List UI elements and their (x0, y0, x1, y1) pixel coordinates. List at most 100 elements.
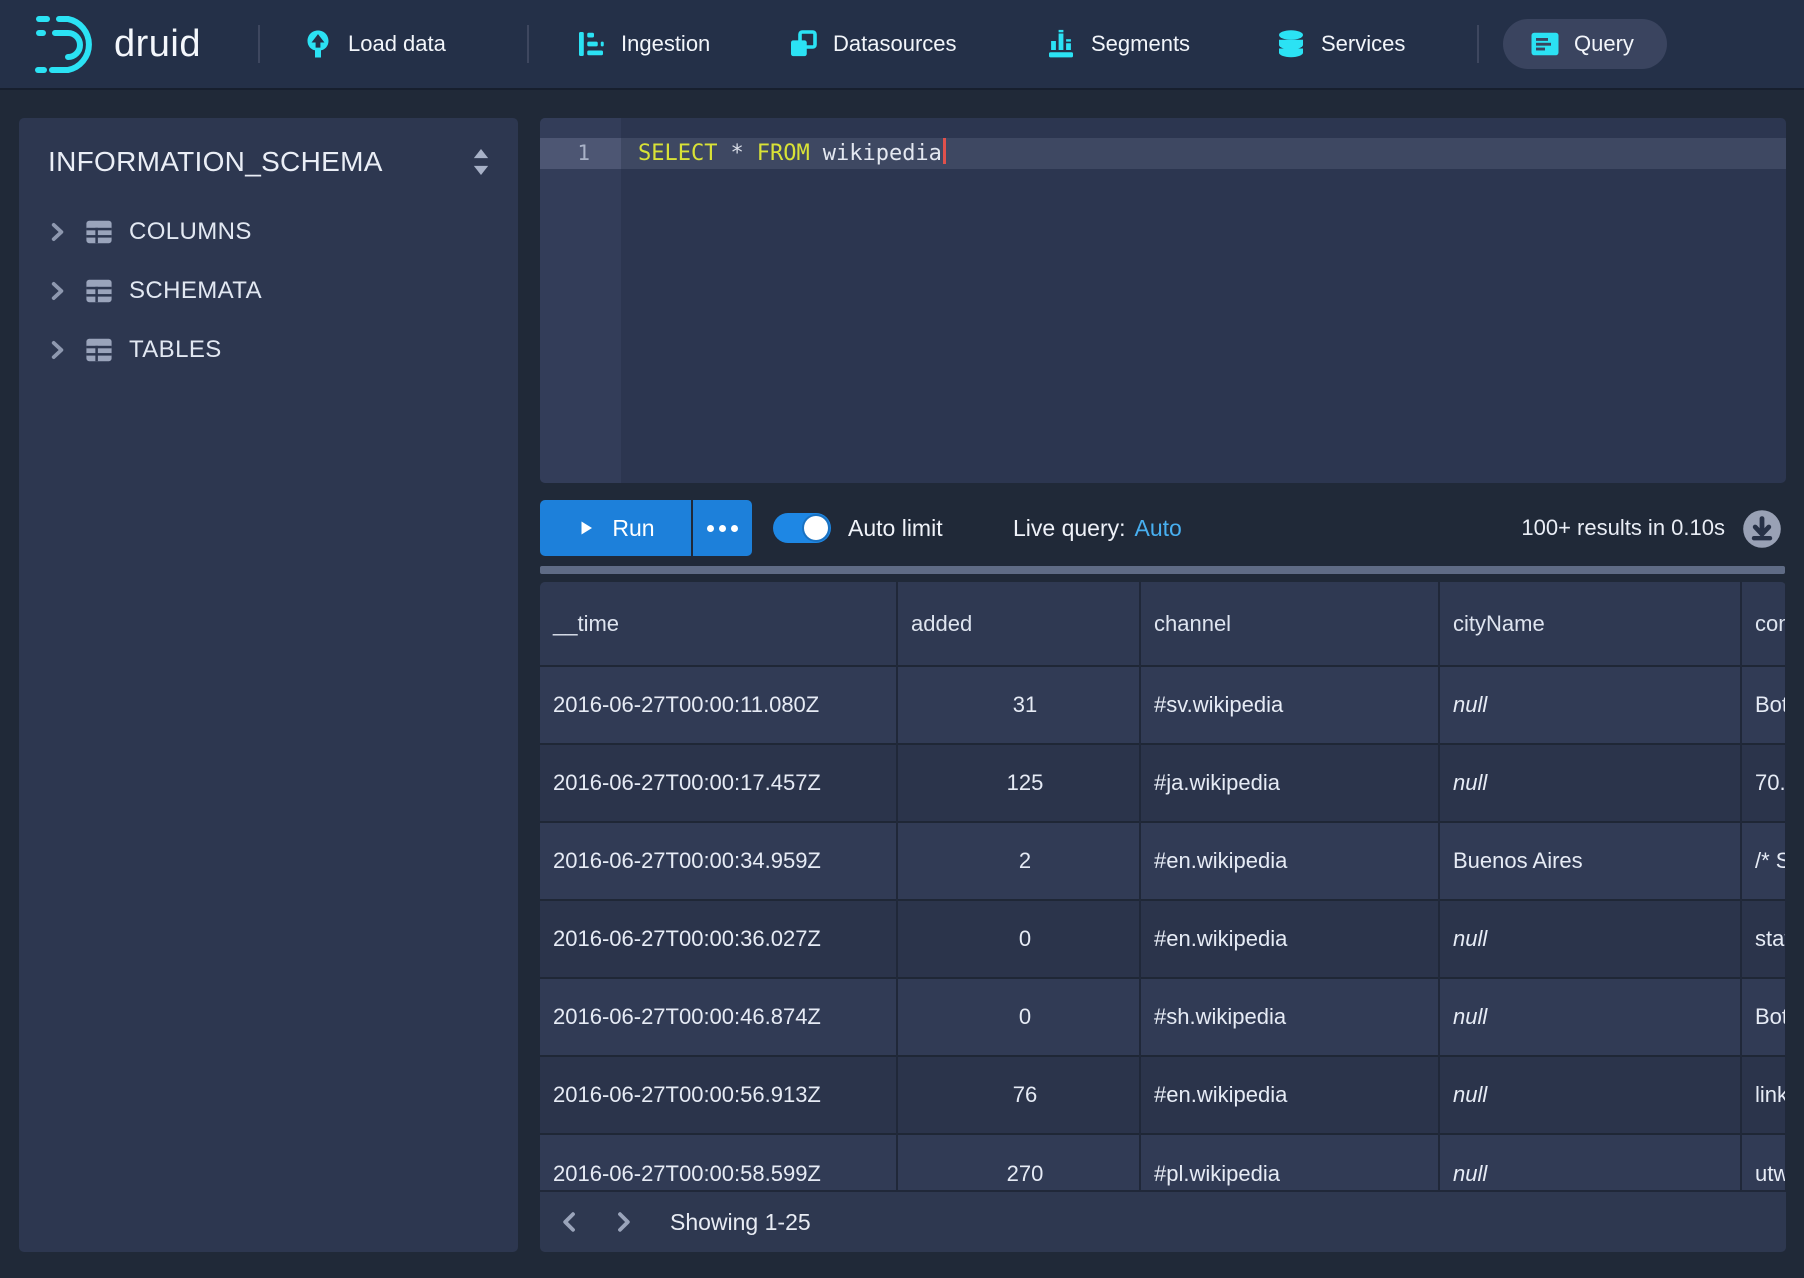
results-table: __time added channel cityName comment 20… (540, 582, 1786, 1212)
nav-item-datasources[interactable]: Datasources (788, 0, 957, 88)
table-row: 2016-06-27T00:00:34.959Z2#en.wikipediaBu… (540, 822, 1786, 900)
table-cell: null (1439, 978, 1741, 1056)
nav-item-label: Datasources (833, 31, 957, 57)
datasources-icon (788, 29, 818, 59)
tree-item-label: SCHEMATA (129, 277, 262, 305)
table-icon (85, 218, 113, 246)
ingestion-icon (576, 29, 606, 59)
toggle-knob (804, 516, 828, 540)
run-more-button[interactable] (693, 500, 752, 556)
table-row: 2016-06-27T00:00:17.457Z125#ja.wikipedia… (540, 744, 1786, 822)
navbar: druid Load data Ingestion Datasources (0, 0, 1804, 88)
previous-page-button[interactable] (554, 1206, 586, 1238)
double-caret-sort-icon[interactable] (468, 146, 494, 183)
table-cell: 2016-06-27T00:00:46.874Z (540, 978, 897, 1056)
chevron-right-icon (46, 221, 68, 243)
table-header-row: __time added channel cityName comment (540, 582, 1786, 666)
table-cell: #en.wikipedia (1140, 900, 1439, 978)
nav-divider (258, 25, 260, 63)
nav-item-ingestion[interactable]: Ingestion (576, 0, 710, 88)
chevron-left-icon (558, 1210, 582, 1234)
run-toolbar: Run Auto limit Live query:Auto 100+ resu… (540, 499, 1786, 557)
table-cell: 2016-06-27T00:00:34.959Z (540, 822, 897, 900)
table-cell: #ja.wikipedia (1140, 744, 1439, 822)
table-cell: 2016-06-27T00:00:17.457Z (540, 744, 897, 822)
table-cell: Bot (1741, 666, 1786, 744)
sql-keyword: FROM (757, 141, 810, 166)
nav-item-label: Services (1321, 31, 1405, 57)
next-page-button[interactable] (607, 1206, 639, 1238)
load-data-icon (303, 29, 333, 59)
table-cell: #sv.wikipedia (1140, 666, 1439, 744)
nav-item-load-data[interactable]: Load data (303, 0, 446, 88)
column-header-cityname[interactable]: cityName (1439, 582, 1741, 666)
table-cell: null (1439, 1056, 1741, 1134)
table-row: 2016-06-27T00:00:56.913Z76#en.wikipedian… (540, 1056, 1786, 1134)
brand-name: druid (114, 23, 201, 66)
segments-icon (1046, 29, 1076, 59)
chevron-right-icon (46, 280, 68, 302)
tree-item-tables[interactable]: TABLES (19, 320, 518, 379)
column-header-time[interactable]: __time (540, 582, 897, 666)
nav-item-label: Ingestion (621, 31, 710, 57)
table-row: 2016-06-27T00:00:36.027Z0#en.wikipedianu… (540, 900, 1786, 978)
table-cell: link (1741, 1056, 1786, 1134)
table-cell: 0 (897, 978, 1140, 1056)
nav-item-label: Load data (348, 31, 446, 57)
nav-item-label: Segments (1091, 31, 1190, 57)
table-cell: #en.wikipedia (1140, 822, 1439, 900)
column-header-comment[interactable]: comment (1741, 582, 1786, 666)
nav-item-query-active[interactable]: Query (1503, 19, 1667, 69)
table-row: 2016-06-27T00:00:11.080Z31#sv.wikipedian… (540, 666, 1786, 744)
nav-item-label: Query (1574, 31, 1634, 57)
nav-item-services[interactable]: Services (1276, 0, 1405, 88)
sql-star: * (730, 141, 743, 166)
line-number: 1 (540, 138, 590, 169)
table-cell: stat (1741, 900, 1786, 978)
showing-label: Showing 1-25 (670, 1192, 811, 1252)
run-button-label: Run (612, 515, 654, 542)
table-cell: Bot (1741, 978, 1786, 1056)
query-icon (1530, 29, 1560, 59)
sql-identifier: wikipedia (823, 141, 942, 166)
live-query: Live query: Auto (1013, 499, 1182, 557)
results-panel: __time added channel cityName comment 20… (540, 582, 1786, 1252)
chevron-right-icon (46, 339, 68, 361)
nav-divider (1477, 25, 1479, 63)
tree-item-label: COLUMNS (129, 218, 252, 246)
table-cell: 0 (897, 900, 1140, 978)
sql-keyword: SELECT (638, 141, 717, 166)
schema-title: INFORMATION_SCHEMA (48, 146, 383, 178)
sql-code-line: SELECT * FROM wikipedia (638, 138, 946, 169)
auto-limit-toggle[interactable] (773, 513, 831, 543)
live-query-label: Live query: (1013, 515, 1126, 541)
results-footer: Showing 1-25 (540, 1190, 1786, 1252)
table-cell: null (1439, 666, 1741, 744)
download-icon[interactable] (1742, 509, 1782, 554)
chevron-right-icon (611, 1210, 635, 1234)
editor-gutter (540, 118, 621, 483)
table-cell: 2016-06-27T00:00:11.080Z (540, 666, 897, 744)
run-button[interactable]: Run (540, 500, 691, 556)
editor-results-splitter[interactable] (540, 566, 1785, 574)
druid-logo-icon (34, 12, 104, 76)
column-header-added[interactable]: added (897, 582, 1140, 666)
more-dots-icon (707, 525, 738, 532)
nav-item-segments[interactable]: Segments (1046, 0, 1190, 88)
table-cell: #en.wikipedia (1140, 1056, 1439, 1134)
table-cell: 2016-06-27T00:00:36.027Z (540, 900, 897, 978)
services-icon (1276, 29, 1306, 59)
table-icon (85, 336, 113, 364)
results-summary: 100+ results in 0.10s (1521, 499, 1725, 557)
table-cell: /* S (1741, 822, 1786, 900)
table-cell: Buenos Aires (1439, 822, 1741, 900)
table-cell: 2016-06-27T00:00:56.913Z (540, 1056, 897, 1134)
table-row: 2016-06-27T00:00:46.874Z0#sh.wikipedianu… (540, 978, 1786, 1056)
brand[interactable]: druid (34, 0, 201, 88)
column-header-channel[interactable]: channel (1140, 582, 1439, 666)
table-cell: 125 (897, 744, 1140, 822)
sql-editor[interactable]: 1 SELECT * FROM wikipedia (540, 118, 1786, 483)
tree-item-columns[interactable]: COLUMNS (19, 202, 518, 261)
live-query-value[interactable]: Auto (1135, 515, 1182, 541)
tree-item-schemata[interactable]: SCHEMATA (19, 261, 518, 320)
